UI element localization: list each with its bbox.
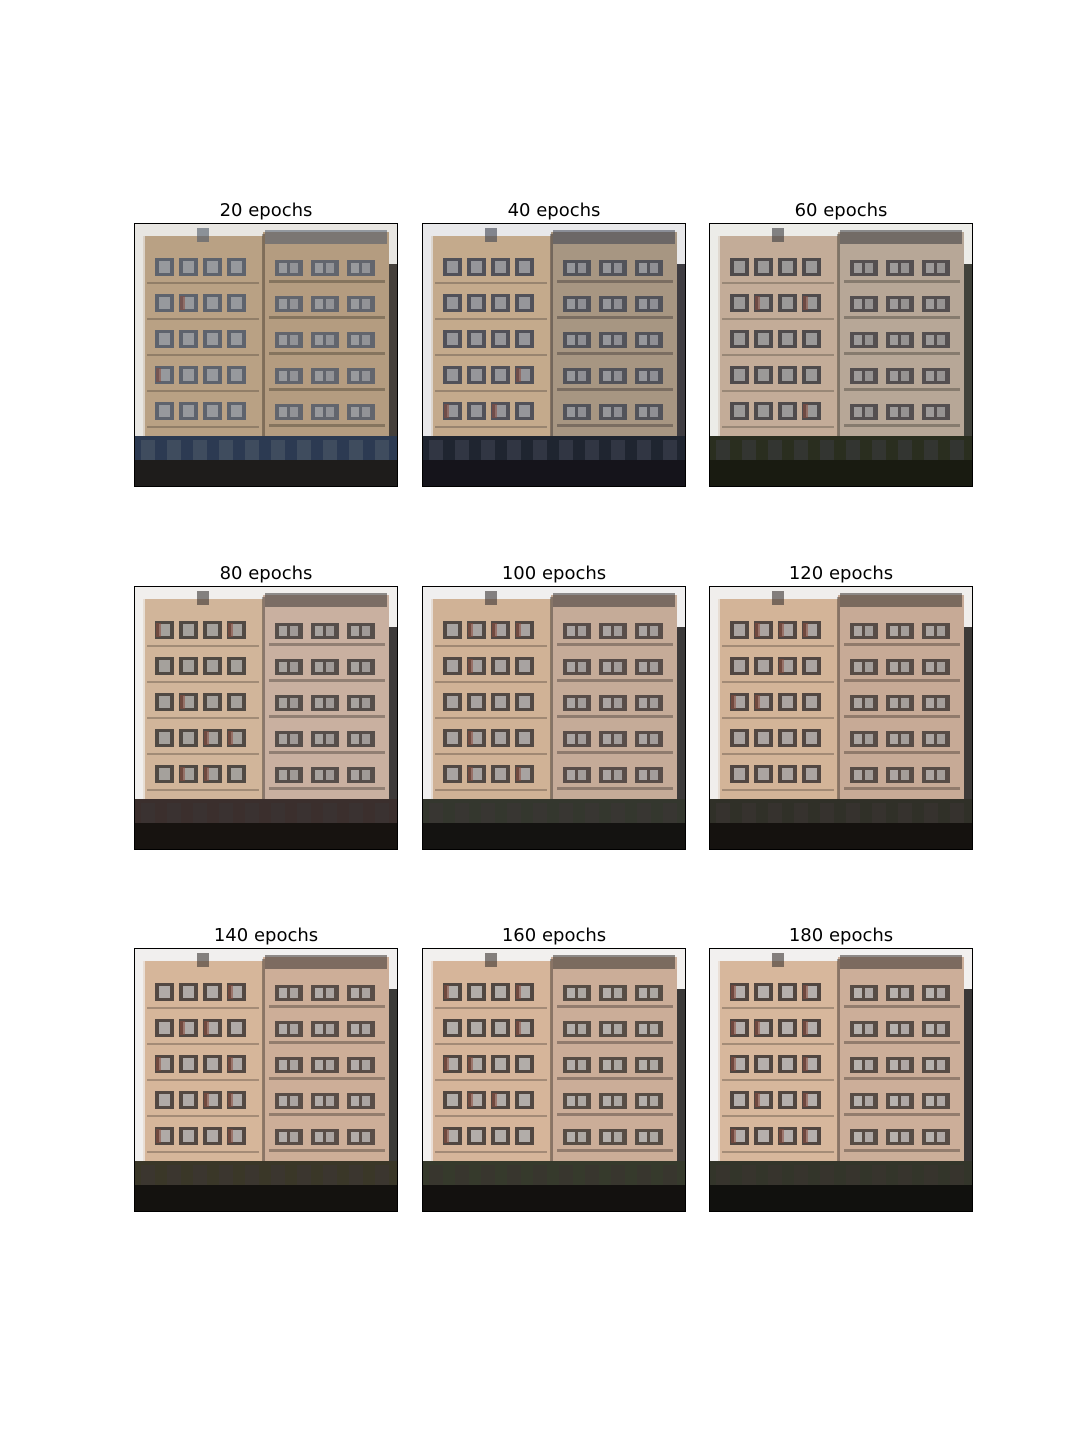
generated-building-image (422, 948, 686, 1212)
panel-title: 80 epochs (219, 563, 313, 584)
building-illustration (710, 224, 972, 486)
panel-title: 40 epochs (507, 200, 601, 221)
panel-title: 160 epochs (501, 925, 607, 946)
building-illustration (423, 224, 685, 486)
generated-building-image (422, 586, 686, 850)
building-illustration (135, 587, 397, 849)
building-illustration (135, 224, 397, 486)
panel-title: 140 epochs (213, 925, 319, 946)
generated-building-image (709, 223, 973, 487)
generated-building-image (709, 948, 973, 1212)
building-illustration (423, 587, 685, 849)
generated-building-image (134, 586, 398, 850)
generated-building-image (422, 223, 686, 487)
building-illustration (135, 949, 397, 1211)
panel-title: 100 epochs (501, 563, 607, 584)
building-illustration (710, 587, 972, 849)
building-illustration (710, 949, 972, 1211)
generated-building-image (134, 948, 398, 1212)
generated-building-image (134, 223, 398, 487)
panel-title: 180 epochs (788, 925, 894, 946)
generated-building-image (709, 586, 973, 850)
building-illustration (423, 949, 685, 1211)
panel-title: 60 epochs (794, 200, 888, 221)
panel-title: 20 epochs (219, 200, 313, 221)
panel-title: 120 epochs (788, 563, 894, 584)
